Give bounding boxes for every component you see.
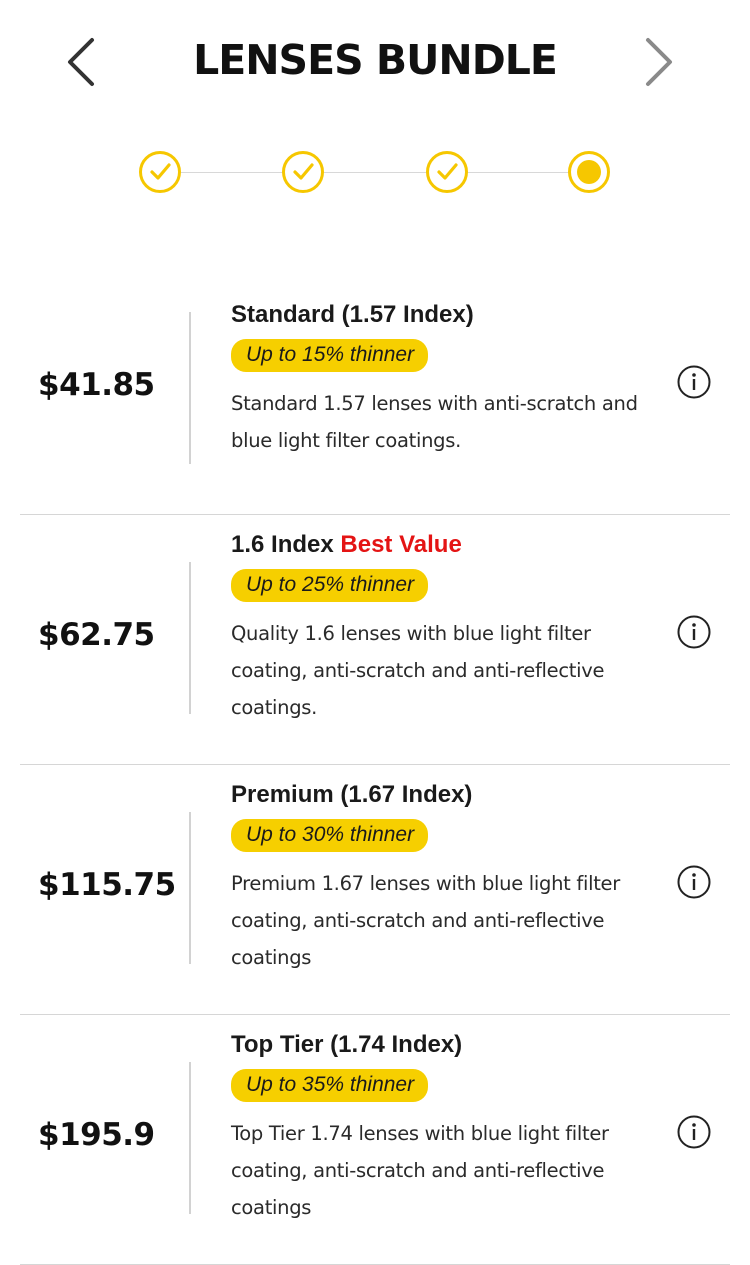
option-description: Premium 1.67 lenses with blue light filt…: [231, 872, 620, 969]
option-price: $62.75: [38, 617, 155, 653]
lens-option-top-tier[interactable]: $195.9 Top Tier (1.74 Index) Up to 35% t…: [0, 1015, 750, 1265]
next-button[interactable]: [632, 30, 682, 94]
option-title-text: Standard (1.57 Index): [231, 301, 474, 328]
option-content: Top Tier (1.74 Index) Up to 35% thinner …: [231, 1031, 671, 1226]
step-2-completed[interactable]: [282, 151, 324, 193]
divider-vertical: [189, 812, 191, 964]
option-title-text: Top Tier (1.74 Index): [231, 1031, 463, 1058]
info-button[interactable]: [676, 614, 712, 650]
option-title: Standard (1.57 Index): [231, 301, 671, 329]
check-icon: [437, 163, 458, 180]
chevron-right-icon: [646, 38, 672, 86]
thinness-badge: Up to 15% thinner: [231, 339, 429, 372]
current-step-dot: [577, 160, 601, 184]
thinness-badge: Up to 30% thinner: [231, 819, 429, 852]
step-3-completed[interactable]: [426, 151, 468, 193]
option-price: $115.75: [38, 867, 176, 903]
info-circle-icon: [677, 1115, 711, 1149]
option-price: $195.9: [38, 1117, 155, 1153]
check-icon: [150, 163, 171, 180]
info-button[interactable]: [676, 364, 712, 400]
lens-option-1-6-index[interactable]: $62.75 1.6 Index Best Value Up to 25% th…: [0, 515, 750, 765]
step-1-completed[interactable]: [139, 151, 181, 193]
check-icon: [293, 163, 314, 180]
option-content: Standard (1.57 Index) Up to 15% thinner …: [231, 301, 671, 459]
option-description: Quality 1.6 lenses with blue light filte…: [231, 622, 605, 719]
option-title: Top Tier (1.74 Index): [231, 1031, 671, 1059]
info-circle-icon: [677, 365, 711, 399]
option-description: Standard 1.57 lenses with anti-scratch a…: [231, 392, 638, 452]
lens-options-list: $41.85 Standard (1.57 Index) Up to 15% t…: [0, 265, 750, 1265]
lens-option-premium[interactable]: $115.75 Premium (1.67 Index) Up to 30% t…: [0, 765, 750, 1015]
progress-stepper: [0, 145, 750, 201]
info-button[interactable]: [676, 864, 712, 900]
option-title: 1.6 Index Best Value: [231, 531, 671, 559]
option-title-text: Premium (1.67 Index): [231, 781, 473, 808]
option-content: Premium (1.67 Index) Up to 30% thinner P…: [231, 781, 671, 976]
option-description: Top Tier 1.74 lenses with blue light fil…: [231, 1122, 609, 1219]
best-value-label: Best Value: [340, 531, 462, 558]
header: LENSES BUNDLE: [0, 0, 750, 125]
divider-vertical: [189, 312, 191, 464]
step-4-current[interactable]: [568, 151, 610, 193]
thinness-badge: Up to 25% thinner: [231, 569, 429, 602]
option-title: Premium (1.67 Index): [231, 781, 671, 809]
lens-option-standard[interactable]: $41.85 Standard (1.57 Index) Up to 15% t…: [0, 265, 750, 515]
divider-vertical: [189, 1062, 191, 1214]
thinness-badge: Up to 35% thinner: [231, 1069, 429, 1102]
info-circle-icon: [677, 615, 711, 649]
option-title-text: 1.6 Index: [231, 531, 334, 558]
stepper-line: [160, 172, 590, 173]
option-price: $41.85: [38, 367, 155, 403]
info-button[interactable]: [676, 1114, 712, 1150]
option-content: 1.6 Index Best Value Up to 25% thinner Q…: [231, 531, 671, 726]
info-circle-icon: [677, 865, 711, 899]
divider-vertical: [189, 562, 191, 714]
